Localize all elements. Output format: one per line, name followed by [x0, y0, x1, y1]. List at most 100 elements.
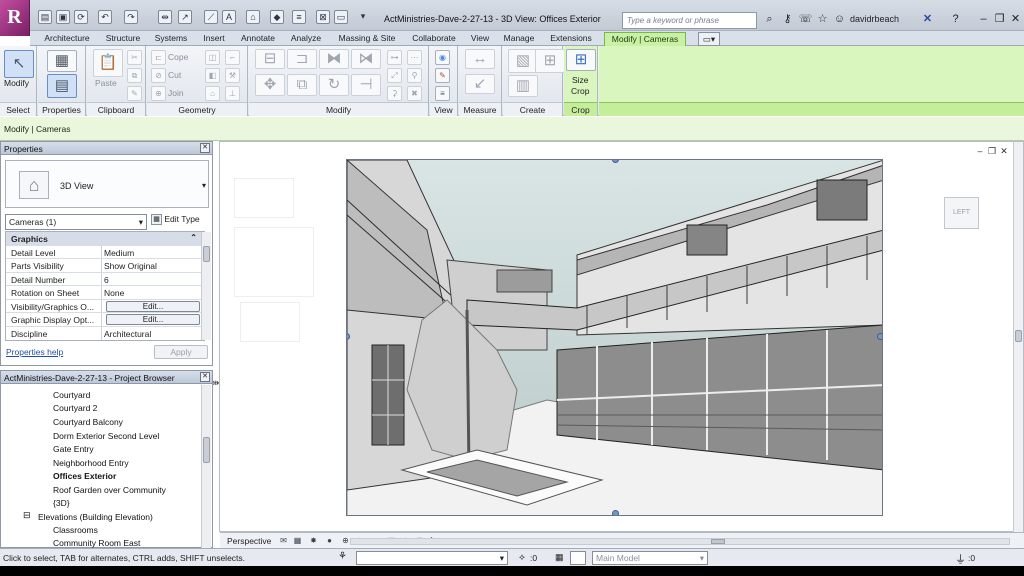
ribbon-minimize-icon[interactable]: ▭▾ [698, 32, 720, 46]
property-row[interactable]: Detail Number 6 [6, 272, 204, 286]
view-minimize-button[interactable]: – [974, 146, 986, 157]
browser-view-item[interactable]: Community Room East [53, 538, 140, 548]
selection-filter-icon[interactable]: ⟡ [519, 552, 525, 563]
panel-view-label[interactable]: View [430, 102, 457, 116]
favorites-icon[interactable]: ☆ [815, 12, 830, 27]
copy-element-icon[interactable]: ⧉ [287, 74, 317, 96]
unpin-icon[interactable]: ⚳ [387, 86, 402, 101]
paint-icon[interactable]: ◧ [205, 68, 220, 83]
editing-requests-icon[interactable]: ▦ [555, 552, 564, 563]
perspective-render-viewport[interactable] [346, 159, 883, 516]
cope-icon[interactable]: ⊏ [151, 50, 166, 65]
paste-icon[interactable]: 📋 [93, 49, 123, 77]
copy-icon[interactable]: ⧉ [127, 68, 142, 83]
tab-massing-site[interactable]: Massing & Site [330, 32, 404, 46]
properties-scrollbar[interactable] [201, 232, 211, 340]
properties-scroll-thumb[interactable] [203, 246, 210, 262]
panel-clipboard-label[interactable]: Clipboard [87, 102, 145, 116]
collapse-tree-icon[interactable]: ⊟ [23, 510, 31, 521]
3d-view-icon[interactable]: ⌂ [246, 10, 260, 24]
properties-palette-icon[interactable]: ▤ [47, 74, 77, 98]
browser-view-item[interactable]: {3D} [53, 498, 70, 508]
linework-icon[interactable]: ≡ [435, 86, 450, 101]
design-options-small[interactable] [570, 551, 586, 565]
move-icon[interactable]: ✥ [255, 74, 285, 96]
panel-create-label[interactable]: Create [503, 102, 562, 116]
user-icon[interactable]: ☺ [832, 12, 847, 27]
mirror-draw-icon[interactable]: ⧒ [351, 49, 381, 69]
worksharing-icon[interactable]: ⚘ [338, 551, 347, 562]
tab-structure[interactable]: Structure [100, 32, 146, 46]
sync-icon[interactable]: ⟳ [74, 10, 88, 24]
view-close-button[interactable]: ✕ [998, 146, 1010, 157]
tab-manage[interactable]: Manage [498, 32, 540, 46]
browser-view-item[interactable]: Courtyard 2 [53, 403, 97, 413]
crop-grip-right[interactable] [877, 333, 882, 340]
panel-properties-label[interactable]: Properties [38, 102, 85, 116]
thin-lines-icon[interactable]: ≡ [292, 10, 306, 24]
create-assembly-icon[interactable]: ▧ [508, 49, 538, 73]
tab-collaborate[interactable]: Collaborate [406, 32, 462, 46]
property-row[interactable]: Parts Visibility Show Original [6, 259, 204, 273]
delete-icon[interactable]: ✖ [407, 86, 422, 101]
crop-grip-bottom[interactable] [612, 510, 619, 515]
split-icon[interactable]: ⊶ [387, 50, 402, 65]
dimension-icon[interactable]: ↗ [178, 10, 192, 24]
browser-scroll-thumb[interactable] [203, 437, 210, 463]
exchange-icon[interactable]: ✕ [920, 12, 935, 27]
redo-icon[interactable]: ↷ [124, 10, 138, 24]
save-icon[interactable]: ▣ [56, 10, 70, 24]
properties-close-icon[interactable]: ✕ [200, 143, 210, 153]
browser-view-item[interactable]: Roof Garden over Community [53, 485, 166, 495]
properties-header[interactable]: Properties ✕ [1, 142, 212, 155]
instance-filter-dropdown[interactable]: Cameras (1) ▾ [5, 214, 147, 230]
tab-analyze[interactable]: Analyze [284, 32, 328, 46]
design-option-dropdown[interactable]: Main Model ▾ [592, 551, 708, 565]
help-icon[interactable]: ? [948, 12, 963, 27]
tab-annotate[interactable]: Annotate [234, 32, 282, 46]
apply-button[interactable]: Apply [154, 345, 208, 359]
tab-systems[interactable]: Systems [148, 32, 194, 46]
project-browser-header[interactable]: ActMinistries-Dave-2-27-13 - Project Bro… [1, 371, 212, 384]
restore-button[interactable]: ❐ [992, 12, 1007, 27]
close-button[interactable]: ✕ [1008, 12, 1023, 27]
create-group-icon[interactable]: ⊞ [535, 49, 565, 73]
browser-view-item-selected[interactable]: Offices Exterior [53, 471, 116, 481]
close-hidden-icon[interactable]: ⊠ [316, 10, 330, 24]
tab-modify-cameras[interactable]: Modify | Cameras [604, 32, 686, 46]
override-graphics-icon[interactable]: ✎ [435, 68, 450, 83]
property-value[interactable]: Show Original [104, 261, 157, 271]
browser-scrollbar[interactable] [201, 385, 211, 548]
panel-crop-label[interactable]: Crop [564, 102, 597, 116]
tab-insert[interactable]: Insert [196, 32, 232, 46]
collapse-icon[interactable]: ⌃ [190, 233, 197, 242]
aligned-dimension-icon[interactable]: ↙ [465, 74, 495, 94]
beam-icon[interactable]: ⊥ [225, 86, 240, 101]
panel-measure-label[interactable]: Measure [459, 102, 501, 116]
property-value[interactable]: Architectural [104, 329, 151, 339]
tab-view[interactable]: View [464, 32, 496, 46]
rotate-icon[interactable]: ↻ [319, 74, 349, 96]
view-restore-button[interactable]: ❐ [986, 146, 998, 157]
visual-style-icon[interactable]: ✉ [278, 535, 289, 546]
cut-icon[interactable]: ✂ [127, 50, 142, 65]
canvas-scrollbar[interactable] [1013, 142, 1023, 532]
viewcube[interactable]: LEFT [944, 197, 979, 229]
join-roof-icon[interactable]: ⌂ [205, 86, 220, 101]
trim-icon[interactable]: ⊣ [351, 74, 381, 96]
property-value[interactable]: Medium [104, 248, 134, 258]
join-icon[interactable]: ⊕ [151, 86, 166, 101]
create-parts-icon[interactable]: ▥ [508, 75, 538, 97]
sun-path-icon[interactable]: ✸ [308, 535, 319, 546]
type-properties-icon[interactable]: ▦ [47, 50, 77, 72]
horizontal-scroll-thumb[interactable] [711, 539, 725, 544]
split-face-icon[interactable]: ◫ [205, 50, 220, 65]
visibility-graphics-edit-button[interactable]: Edit... [106, 300, 200, 312]
detail-level-icon[interactable]: ▦ [292, 535, 303, 546]
browser-category-elevations[interactable]: Elevations (Building Elevation) [38, 512, 153, 522]
properties-help-link[interactable]: Properties help [6, 347, 63, 357]
pin-icon[interactable]: ⚲ [407, 68, 422, 83]
application-menu-button[interactable]: R [0, 0, 30, 36]
property-row[interactable]: Detail Level Medium [6, 245, 204, 259]
modify-tool-icon[interactable]: ↖ [4, 50, 34, 78]
